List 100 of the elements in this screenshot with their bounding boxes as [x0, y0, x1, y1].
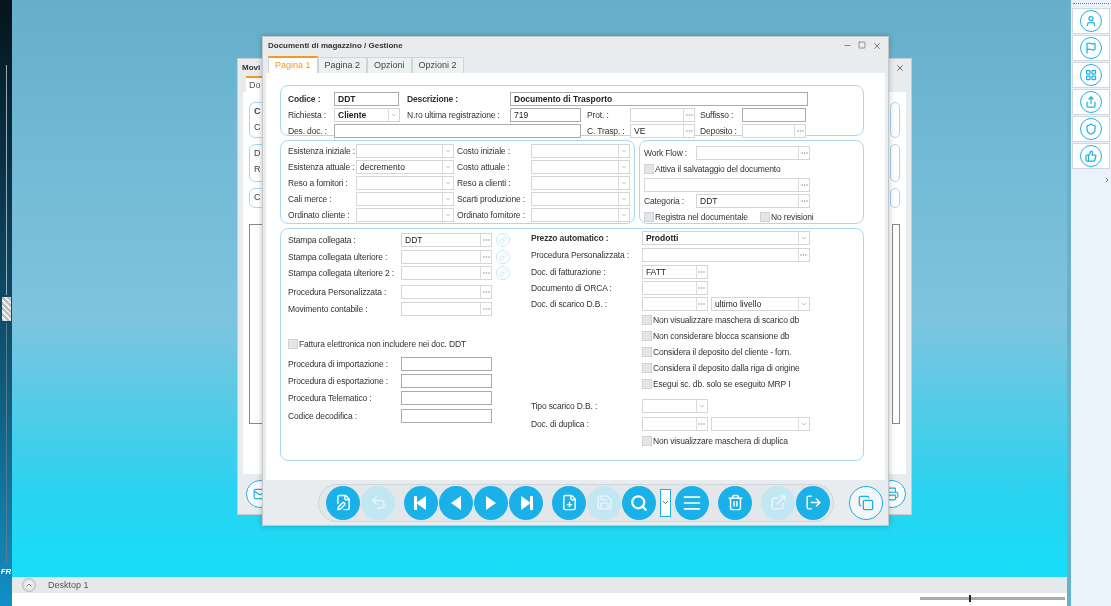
lookup-field[interactable]: VE	[630, 124, 695, 138]
dropdown-field[interactable]: decremento	[356, 160, 454, 174]
dropdown-arrow[interactable]	[797, 418, 809, 430]
checkbox[interactable]	[644, 212, 654, 222]
toolbar-button[interactable]	[675, 485, 709, 520]
link-button[interactable]	[496, 233, 510, 247]
dropdown-arrow[interactable]	[618, 145, 629, 157]
dropdown-button[interactable]	[660, 488, 671, 517]
dropdown-field[interactable]	[710, 417, 810, 431]
text-field[interactable]: DDT	[334, 92, 399, 106]
text-field[interactable]	[401, 357, 492, 371]
checkbox[interactable]	[641, 436, 652, 446]
text-field[interactable]	[401, 374, 492, 388]
checkbox[interactable]	[760, 212, 770, 222]
checkbox[interactable]	[641, 315, 652, 325]
toolbar-button[interactable]	[474, 485, 508, 520]
checkbox[interactable]	[644, 164, 654, 174]
text-field[interactable]	[401, 409, 492, 423]
dropdown-arrow[interactable]	[695, 400, 707, 412]
toolbar-button[interactable]	[718, 485, 752, 520]
zoom-slider[interactable]	[920, 597, 1065, 600]
dropdown-arrow[interactable]	[442, 145, 453, 157]
checkbox[interactable]	[288, 339, 298, 349]
dropdown-field[interactable]	[531, 192, 630, 206]
dropdown-arrow[interactable]	[618, 161, 629, 173]
ellipsis-button[interactable]	[683, 109, 694, 121]
lookup-field[interactable]: DDT	[696, 194, 810, 208]
dropdown-arrow[interactable]	[442, 209, 453, 221]
toolbar-button[interactable]	[404, 485, 438, 520]
lookup-field[interactable]: FATT	[641, 265, 708, 279]
scroll-thumb[interactable]	[1, 297, 11, 321]
dropdown-arrow[interactable]	[618, 177, 629, 189]
ellipsis-button[interactable]	[794, 125, 805, 137]
ellipsis-button[interactable]	[480, 267, 491, 279]
side-button[interactable]	[1072, 62, 1110, 88]
lookup-field[interactable]	[630, 108, 695, 122]
lookup-field[interactable]	[641, 297, 708, 311]
link-button[interactable]	[496, 250, 510, 264]
dropdown-field[interactable]	[531, 208, 630, 222]
lookup-field[interactable]: DDT	[401, 233, 492, 247]
side-button[interactable]	[1072, 116, 1110, 142]
dropdown-arrow[interactable]	[797, 232, 809, 244]
slider-thumb[interactable]	[969, 595, 972, 602]
checkbox[interactable]	[641, 363, 652, 373]
copy-button[interactable]	[849, 485, 883, 520]
dropdown-arrow[interactable]	[442, 193, 453, 205]
lookup-field[interactable]	[401, 302, 492, 316]
ellipsis-button[interactable]	[695, 298, 707, 310]
lookup-field[interactable]	[401, 285, 492, 299]
checkbox[interactable]	[641, 347, 652, 357]
tab[interactable]: Opzioni	[367, 57, 412, 73]
text-field[interactable]: 719	[510, 108, 581, 122]
ellipsis-button[interactable]	[480, 234, 491, 246]
dropdown-field[interactable]	[641, 399, 708, 413]
close-icon[interactable]	[872, 40, 882, 51]
toolbar-button[interactable]	[509, 485, 543, 520]
side-button[interactable]	[1072, 35, 1110, 61]
side-button[interactable]	[1072, 8, 1110, 34]
side-button[interactable]	[1072, 143, 1110, 169]
lookup-field[interactable]	[401, 266, 492, 280]
text-field[interactable]	[742, 108, 806, 122]
ellipsis-button[interactable]	[480, 251, 491, 263]
dropdown-field[interactable]	[356, 144, 454, 158]
tab[interactable]: Pagina 2	[317, 57, 368, 73]
dropdown-field[interactable]	[531, 144, 630, 158]
ellipsis-button[interactable]	[798, 195, 809, 207]
ellipsis-button[interactable]	[798, 179, 809, 191]
lookup-field[interactable]	[401, 250, 492, 264]
dropdown-field[interactable]	[356, 176, 454, 190]
maximize-icon[interactable]	[858, 40, 866, 49]
ellipsis-button[interactable]	[797, 249, 809, 261]
dropdown-arrow[interactable]	[618, 193, 629, 205]
dropdown-field[interactable]	[356, 192, 454, 206]
dropdown-field[interactable]	[531, 176, 630, 190]
lookup-field[interactable]	[641, 248, 810, 262]
link-button[interactable]	[496, 266, 510, 280]
dropdown-field[interactable]: Cliente	[334, 108, 400, 122]
dropdown-field[interactable]: ultimo livello	[710, 297, 810, 311]
ellipsis-button[interactable]	[798, 147, 809, 159]
lookup-field[interactable]	[644, 178, 810, 192]
dropdown-field[interactable]	[356, 208, 454, 222]
side-button[interactable]	[1072, 89, 1110, 115]
toolbar-button[interactable]	[439, 485, 473, 520]
lookup-field[interactable]	[641, 417, 708, 431]
text-field[interactable]	[334, 124, 581, 138]
ellipsis-button[interactable]	[480, 286, 491, 298]
desktop-label[interactable]: Desktop 1	[48, 580, 89, 590]
dropdown-field[interactable]	[531, 160, 630, 174]
ellipsis-button[interactable]	[683, 125, 694, 137]
close-icon[interactable]	[895, 62, 905, 73]
toolbar-button[interactable]	[622, 485, 656, 520]
dropdown-arrow[interactable]	[797, 298, 809, 310]
dropdown-arrow[interactable]	[618, 209, 629, 221]
ellipsis-button[interactable]	[695, 266, 707, 278]
expand-icon[interactable]	[1103, 176, 1111, 184]
dropdown-arrow[interactable]	[388, 109, 399, 121]
text-field[interactable]	[401, 391, 492, 405]
dropdown-arrow[interactable]	[442, 161, 453, 173]
toolbar-button[interactable]	[326, 485, 360, 520]
tab[interactable]: Opzioni 2	[411, 57, 464, 73]
